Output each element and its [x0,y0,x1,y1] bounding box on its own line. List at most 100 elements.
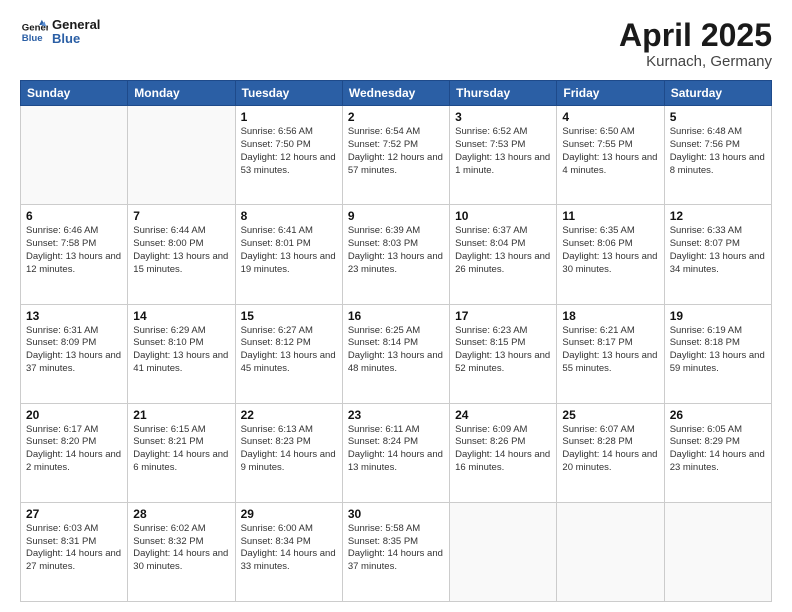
calendar-cell: 21Sunrise: 6:15 AM Sunset: 8:21 PM Dayli… [128,403,235,502]
day-info: Sunrise: 6:05 AM Sunset: 8:29 PM Dayligh… [670,424,766,475]
day-number: 18 [562,309,658,323]
day-info: Sunrise: 6:29 AM Sunset: 8:10 PM Dayligh… [133,325,229,376]
day-info: Sunrise: 6:23 AM Sunset: 8:15 PM Dayligh… [455,325,551,376]
day-info: Sunrise: 6:52 AM Sunset: 7:53 PM Dayligh… [455,126,551,177]
calendar-cell: 27Sunrise: 6:03 AM Sunset: 8:31 PM Dayli… [21,502,128,601]
day-info: Sunrise: 6:50 AM Sunset: 7:55 PM Dayligh… [562,126,658,177]
day-info: Sunrise: 6:09 AM Sunset: 8:26 PM Dayligh… [455,424,551,475]
calendar-cell: 17 Sunrise: 6:23 AM Sunset: 8:15 PM Dayli… [450,304,557,403]
calendar-cell [128,106,235,205]
day-number: 8 [241,209,337,223]
day-info: Sunrise: 6:27 AM Sunset: 8:12 PM Dayligh… [241,325,337,376]
calendar-cell: 8 Sunrise: 6:41 AM Sunset: 8:01 PM Daylig… [235,205,342,304]
day-number: 14 [133,309,229,323]
day-info: Sunrise: 6:46 AM Sunset: 7:58 PM Dayligh… [26,225,122,276]
day-number: 16 [348,309,444,323]
calendar-cell: 20 Sunrise: 6:17 AM Sunset: 8:20 PM Dayli… [21,403,128,502]
title-block: April 2025 Kurnach, Germany [619,18,772,70]
calendar-cell: 24 Sunrise: 6:09 AM Sunset: 8:26 PM Dayli… [450,403,557,502]
day-number: 9 [348,209,444,223]
day-number: 26 [670,408,766,422]
day-info: Sunrise: 6:37 AM Sunset: 8:04 PM Dayligh… [455,225,551,276]
calendar-week-5: 27Sunrise: 6:03 AM Sunset: 8:31 PM Dayli… [21,502,772,601]
day-info: Sunrise: 6:54 AM Sunset: 7:52 PM Dayligh… [348,126,444,177]
day-info: Sunrise: 6:41 AM Sunset: 8:01 PM Dayligh… [241,225,337,276]
day-header-wednesday: Wednesday [342,81,449,106]
day-number: 23 [348,408,444,422]
calendar-cell: 15 Sunrise: 6:27 AM Sunset: 8:12 PM Dayli… [235,304,342,403]
calendar-cell: 1 Sunrise: 6:56 AM Sunset: 7:50 PM Daylig… [235,106,342,205]
day-info: Sunrise: 6:56 AM Sunset: 7:50 PM Dayligh… [241,126,337,177]
day-number: 20 [26,408,122,422]
day-number: 28 [133,507,229,521]
calendar-week-4: 20 Sunrise: 6:17 AM Sunset: 8:20 PM Dayli… [21,403,772,502]
calendar-week-1: 1 Sunrise: 6:56 AM Sunset: 7:50 PM Daylig… [21,106,772,205]
calendar-cell: 25 Sunrise: 6:07 AM Sunset: 8:28 PM Dayli… [557,403,664,502]
day-number: 11 [562,209,658,223]
calendar-cell [664,502,771,601]
day-info: Sunrise: 6:31 AM Sunset: 8:09 PM Dayligh… [26,325,122,376]
calendar-cell: 28 Sunrise: 6:02 AM Sunset: 8:32 PM Dayli… [128,502,235,601]
day-info: Sunrise: 5:58 AM Sunset: 8:35 PM Dayligh… [348,523,444,574]
day-number: 12 [670,209,766,223]
calendar-cell: 2 Sunrise: 6:54 AM Sunset: 7:52 PM Daylig… [342,106,449,205]
logo-general: General [52,18,100,32]
calendar-cell: 19 Sunrise: 6:19 AM Sunset: 8:18 PM Dayli… [664,304,771,403]
calendar-cell: 12 Sunrise: 6:33 AM Sunset: 8:07 PM Dayli… [664,205,771,304]
day-info: Sunrise: 6:44 AM Sunset: 8:00 PM Dayligh… [133,225,229,276]
day-info: Sunrise: 6:07 AM Sunset: 8:28 PM Dayligh… [562,424,658,475]
calendar-cell: 10Sunrise: 6:37 AM Sunset: 8:04 PM Dayli… [450,205,557,304]
calendar-cell: 30 Sunrise: 5:58 AM Sunset: 8:35 PM Dayli… [342,502,449,601]
calendar-cell: 5Sunrise: 6:48 AM Sunset: 7:56 PM Daylig… [664,106,771,205]
day-info: Sunrise: 6:17 AM Sunset: 8:20 PM Dayligh… [26,424,122,475]
day-number: 19 [670,309,766,323]
calendar-cell: 6 Sunrise: 6:46 AM Sunset: 7:58 PM Daylig… [21,205,128,304]
calendar-cell: 14 Sunrise: 6:29 AM Sunset: 8:10 PM Dayli… [128,304,235,403]
calendar-cell: 16Sunrise: 6:25 AM Sunset: 8:14 PM Dayli… [342,304,449,403]
day-info: Sunrise: 6:03 AM Sunset: 8:31 PM Dayligh… [26,523,122,574]
day-header-tuesday: Tuesday [235,81,342,106]
day-info: Sunrise: 6:39 AM Sunset: 8:03 PM Dayligh… [348,225,444,276]
calendar-cell: 11Sunrise: 6:35 AM Sunset: 8:06 PM Dayli… [557,205,664,304]
day-number: 6 [26,209,122,223]
day-info: Sunrise: 6:02 AM Sunset: 8:32 PM Dayligh… [133,523,229,574]
calendar-cell: 22Sunrise: 6:13 AM Sunset: 8:23 PM Dayli… [235,403,342,502]
calendar-cell: 4 Sunrise: 6:50 AM Sunset: 7:55 PM Daylig… [557,106,664,205]
day-info: Sunrise: 6:11 AM Sunset: 8:24 PM Dayligh… [348,424,444,475]
logo: General Blue General Blue [20,18,100,47]
calendar-cell: 26 Sunrise: 6:05 AM Sunset: 8:29 PM Dayli… [664,403,771,502]
day-info: Sunrise: 6:33 AM Sunset: 8:07 PM Dayligh… [670,225,766,276]
day-number: 24 [455,408,551,422]
day-number: 30 [348,507,444,521]
day-number: 15 [241,309,337,323]
calendar-cell: 18 Sunrise: 6:21 AM Sunset: 8:17 PM Dayli… [557,304,664,403]
calendar-week-2: 6 Sunrise: 6:46 AM Sunset: 7:58 PM Daylig… [21,205,772,304]
day-header-friday: Friday [557,81,664,106]
day-info: Sunrise: 6:15 AM Sunset: 8:21 PM Dayligh… [133,424,229,475]
logo-blue: Blue [52,32,100,46]
day-info: Sunrise: 6:13 AM Sunset: 8:23 PM Dayligh… [241,424,337,475]
calendar-cell: 29 Sunrise: 6:00 AM Sunset: 8:34 PM Dayli… [235,502,342,601]
day-number: 4 [562,110,658,124]
day-info: Sunrise: 6:00 AM Sunset: 8:34 PM Dayligh… [241,523,337,574]
day-number: 5 [670,110,766,124]
calendar-cell: 9 Sunrise: 6:39 AM Sunset: 8:03 PM Daylig… [342,205,449,304]
day-info: Sunrise: 6:21 AM Sunset: 8:17 PM Dayligh… [562,325,658,376]
calendar-cell [21,106,128,205]
day-number: 7 [133,209,229,223]
day-number: 17 [455,309,551,323]
calendar-cell: 13 Sunrise: 6:31 AM Sunset: 8:09 PM Dayli… [21,304,128,403]
day-number: 25 [562,408,658,422]
calendar-cell: 7 Sunrise: 6:44 AM Sunset: 8:00 PM Daylig… [128,205,235,304]
calendar-cell: 3Sunrise: 6:52 AM Sunset: 7:53 PM Daylig… [450,106,557,205]
calendar-cell: 23 Sunrise: 6:11 AM Sunset: 8:24 PM Dayli… [342,403,449,502]
day-header-thursday: Thursday [450,81,557,106]
calendar-table: SundayMondayTuesdayWednesdayThursdayFrid… [20,80,772,602]
month-title: April 2025 [619,18,772,53]
calendar-cell [557,502,664,601]
day-info: Sunrise: 6:19 AM Sunset: 8:18 PM Dayligh… [670,325,766,376]
day-number: 1 [241,110,337,124]
day-number: 29 [241,507,337,521]
day-number: 13 [26,309,122,323]
day-number: 2 [348,110,444,124]
